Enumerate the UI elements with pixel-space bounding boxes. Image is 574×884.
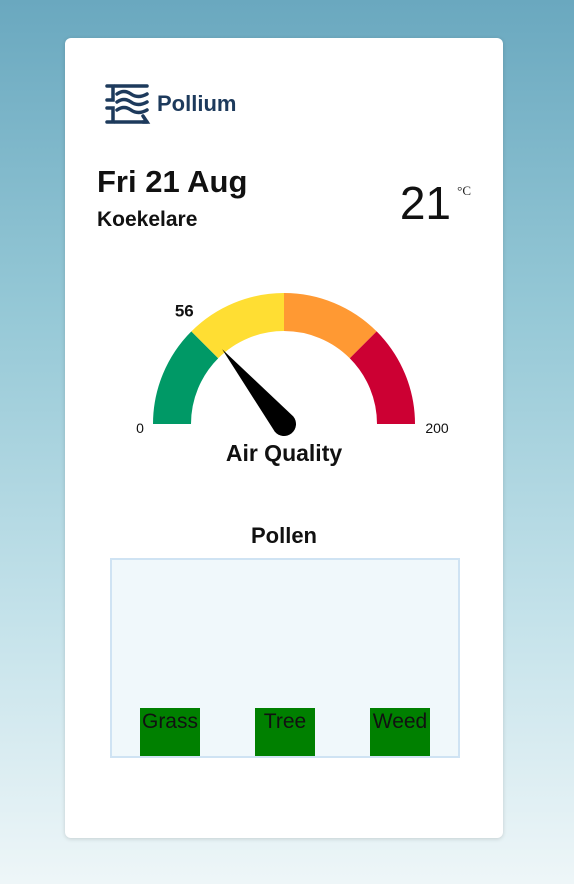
- temperature-unit: °C: [457, 183, 471, 198]
- gauge-min-label: 0: [136, 420, 144, 436]
- gauge-value-label: 56: [175, 302, 194, 321]
- date-heading: Fri 21 Aug: [97, 164, 248, 199]
- pollen-title: Pollen: [250, 523, 317, 548]
- weather-card: Pollium Fri 21 Aug Koekelare 21 °C 56 0 20…: [65, 38, 503, 838]
- air-quality-label: Air Quality: [225, 440, 343, 466]
- gauge-max-label: 200: [425, 420, 449, 436]
- brand: Pollium: [103, 80, 236, 128]
- pollen-label-grass: Grass: [141, 710, 198, 733]
- pollen-panel: Grass Tree Weed: [110, 558, 460, 758]
- pollen-label-weed: Weed: [372, 710, 428, 733]
- temperature-value: 21: [399, 177, 451, 229]
- pollen-label-tree: Tree: [263, 710, 307, 733]
- wind-waves-icon: [105, 84, 151, 124]
- brand-name: Pollium: [157, 91, 237, 116]
- gauge-needle: [222, 349, 297, 437]
- location-name: Koekelare: [97, 208, 198, 231]
